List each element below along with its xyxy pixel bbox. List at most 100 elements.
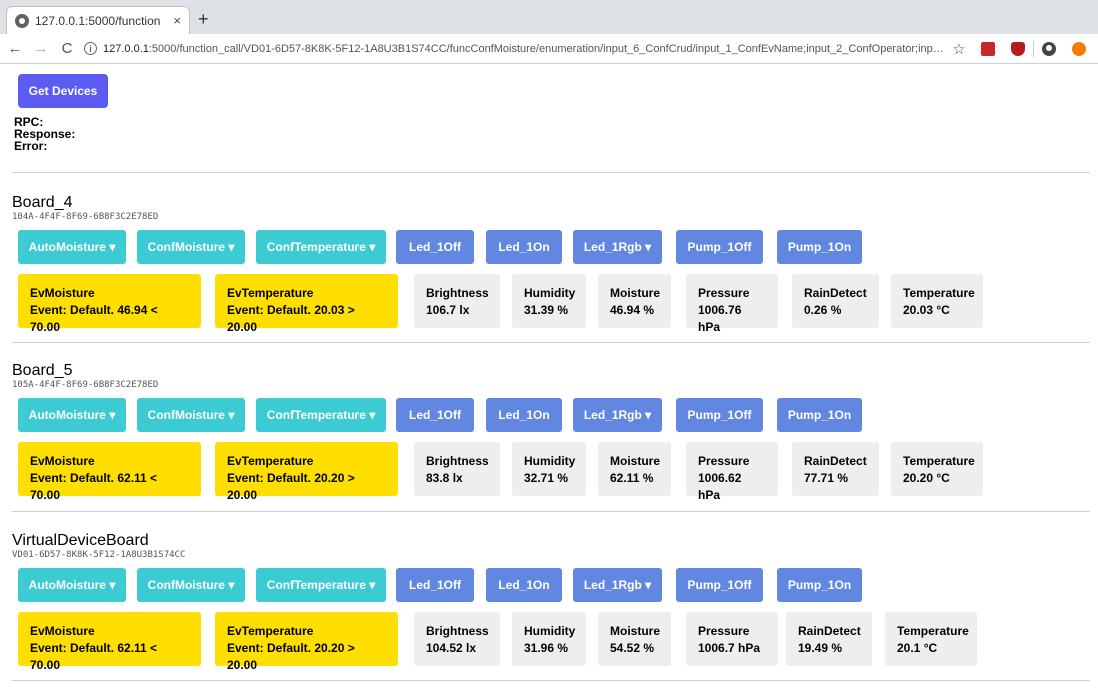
url-host: 127.0.0.1 <box>103 42 149 55</box>
sensor-card: Temperature 20.1 °C <box>885 612 977 666</box>
led-on-button[interactable]: Led_1On <box>486 568 562 602</box>
led-off-button[interactable]: Led_1Off <box>396 230 474 264</box>
sensor-card: Humidity 31.96 % <box>512 612 586 666</box>
pump-off-button[interactable]: Pump_1Off <box>676 568 763 602</box>
conf-temperature-button[interactable]: ConfTemperature ▾ <box>256 568 386 602</box>
url-text: 127.0.0.1:5000/function_call/VD01-6D57-8… <box>103 43 945 55</box>
address-bar[interactable]: i 127.0.0.1:5000/function_call/VD01-6D57… <box>84 37 945 61</box>
get-devices-button[interactable]: Get Devices <box>18 74 108 108</box>
extension-red-icon[interactable] <box>981 41 995 56</box>
sensor-card: Brightness 106.7 lx <box>414 274 500 328</box>
board-id: 104A-4F4F-8F69-6B8F3C2E78ED <box>12 212 159 222</box>
info-icon[interactable]: i <box>84 42 97 55</box>
event-value: Event: Default. 62.11 < 70.00 <box>30 641 158 672</box>
sensor-value: 1006.76 hPa <box>698 303 742 334</box>
conf-temperature-button[interactable]: ConfTemperature ▾ <box>256 230 386 264</box>
led-on-button[interactable]: Led_1On <box>486 398 562 432</box>
error-label: Error: <box>14 139 48 153</box>
shield-icon[interactable] <box>1011 41 1025 56</box>
sensor-title: RainDetect <box>804 454 867 468</box>
extension-orange-icon[interactable] <box>1072 41 1086 56</box>
board-name: VirtualDeviceBoard <box>12 532 149 549</box>
event-card: EvMoisture Event: Default. 46.94 < 70.00 <box>18 274 201 334</box>
sensor-value: 104.52 lx <box>426 641 477 655</box>
led-rgb-button[interactable]: Led_1Rgb ▾ <box>573 568 662 602</box>
sensor-value: 106.7 lx <box>426 303 470 317</box>
sensor-card: Pressure 1006.62 hPa <box>686 442 778 502</box>
sensor-value: 54.52 % <box>610 641 655 655</box>
sensor-card: Moisture 54.52 % <box>598 612 671 666</box>
sensor-value: 31.39 % <box>524 303 569 317</box>
event-title: EvTemperature <box>227 286 314 300</box>
browser-toolbar: ← → C i 127.0.0.1:5000/function_call/VD0… <box>0 34 1098 64</box>
pump-on-button[interactable]: Pump_1On <box>777 230 862 264</box>
sensor-title: Temperature <box>903 286 975 300</box>
globe-icon <box>15 13 29 28</box>
url-path: :5000/function_call/VD01-6D57-8K8K-5F12-… <box>148 42 945 55</box>
sensor-title: Brightness <box>426 454 489 468</box>
event-card: EvTemperature Event: Default. 20.03 > 20.… <box>215 274 398 334</box>
led-rgb-button[interactable]: Led_1Rgb ▾ <box>573 398 662 432</box>
sensor-value: 46.94 % <box>610 303 655 317</box>
star-icon[interactable]: ☆ <box>951 40 967 58</box>
event-title: EvMoisture <box>30 624 95 638</box>
forward-arrow-icon[interactable]: → <box>30 40 52 57</box>
led-off-button[interactable]: Led_1Off <box>396 398 474 432</box>
sensor-card: Humidity 32.71 % <box>512 442 586 496</box>
board-id: 105A-4F4F-8F69-6B8F3C2E78ED <box>12 380 159 390</box>
event-value: Event: Default. 20.20 > 20.00 <box>227 641 355 672</box>
toolbar-divider <box>1033 40 1034 57</box>
sensor-title: Pressure <box>698 624 750 638</box>
sensor-value: 20.20 °C <box>903 471 950 485</box>
sensor-card: RainDetect 19.49 % <box>786 612 872 666</box>
sensor-card: Moisture 62.11 % <box>598 442 671 496</box>
led-on-button[interactable]: Led_1On <box>486 230 562 264</box>
divider <box>12 680 1090 681</box>
event-title: EvMoisture <box>30 454 95 468</box>
led-rgb-button[interactable]: Led_1Rgb ▾ <box>573 230 662 264</box>
sensor-value: 62.11 % <box>610 471 654 485</box>
conf-moisture-button[interactable]: ConfMoisture ▾ <box>137 398 245 432</box>
sensor-title: Moisture <box>610 624 661 638</box>
auto-moisture-button[interactable]: AutoMoisture ▾ <box>18 230 126 264</box>
auto-moisture-button[interactable]: AutoMoisture ▾ <box>18 568 126 602</box>
conf-moisture-button[interactable]: ConfMoisture ▾ <box>137 568 245 602</box>
sensor-title: Pressure <box>698 454 750 468</box>
sensor-title: Moisture <box>610 454 661 468</box>
sensor-title: Moisture <box>610 286 661 300</box>
sensor-title: Pressure <box>698 286 750 300</box>
event-card: EvTemperature Event: Default. 20.20 > 20.… <box>215 442 398 502</box>
event-value: Event: Default. 20.20 > 20.00 <box>227 471 355 502</box>
reload-icon[interactable]: C <box>56 40 78 57</box>
led-off-button[interactable]: Led_1Off <box>396 568 474 602</box>
auto-moisture-button[interactable]: AutoMoisture ▾ <box>18 398 126 432</box>
board-name: Board_4 <box>12 194 73 211</box>
pump-on-button[interactable]: Pump_1On <box>777 568 862 602</box>
event-card: EvTemperature Event: Default. 20.20 > 20.… <box>215 612 398 672</box>
account-icon[interactable] <box>1042 41 1056 56</box>
pump-off-button[interactable]: Pump_1Off <box>676 230 763 264</box>
conf-temperature-button[interactable]: ConfTemperature ▾ <box>256 398 386 432</box>
pump-off-button[interactable]: Pump_1Off <box>676 398 763 432</box>
sensor-value: 19.49 % <box>798 641 843 655</box>
event-title: EvTemperature <box>227 624 314 638</box>
sensor-value: 31.96 % <box>524 641 569 655</box>
tab-strip: 127.0.0.1:5000/function × + <box>0 0 1098 34</box>
sensor-value: 20.1 °C <box>897 641 938 655</box>
new-tab-icon[interactable]: + <box>198 10 209 28</box>
divider <box>12 511 1090 512</box>
tab-title: 127.0.0.1:5000/function <box>35 13 161 28</box>
conf-moisture-button[interactable]: ConfMoisture ▾ <box>137 230 245 264</box>
browser-tab[interactable]: 127.0.0.1:5000/function × <box>6 6 190 34</box>
sensor-value: 20.03 °C <box>903 303 950 317</box>
sensor-card: Brightness 83.8 lx <box>414 442 500 496</box>
sensor-title: Humidity <box>524 624 576 638</box>
sensor-title: Humidity <box>524 454 576 468</box>
rpc-status: RPC: Response: Error: <box>14 116 75 152</box>
back-arrow-icon[interactable]: ← <box>4 40 26 57</box>
extension-icons: ☆ <box>945 40 1094 58</box>
divider <box>12 342 1090 343</box>
pump-on-button[interactable]: Pump_1On <box>777 398 862 432</box>
close-icon[interactable]: × <box>173 13 181 28</box>
divider <box>12 172 1090 173</box>
